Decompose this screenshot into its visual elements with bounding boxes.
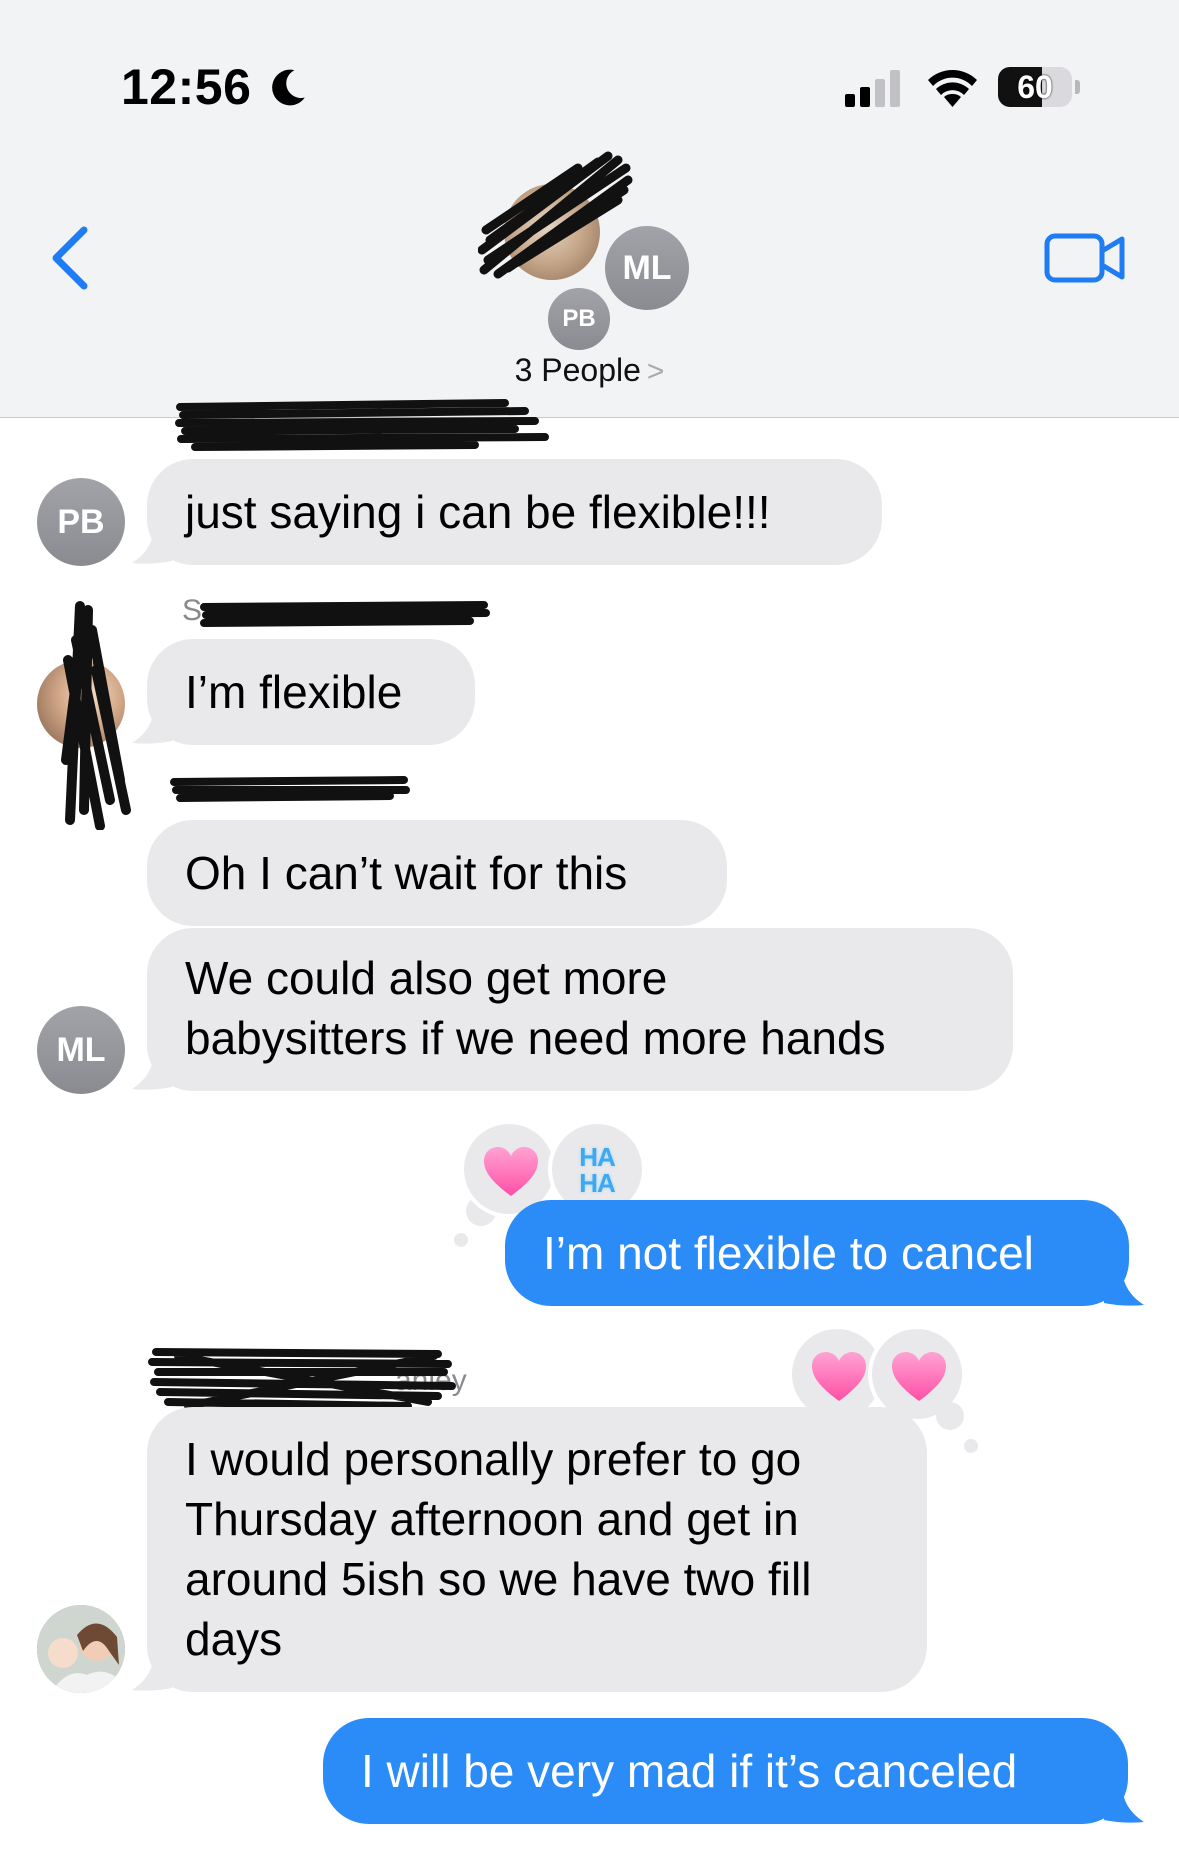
bubble-tail: [1104, 1784, 1144, 1823]
moon-icon: [272, 69, 305, 106]
message-text: just saying i can be flexible!!!: [185, 486, 771, 538]
battery-cap: [1075, 80, 1080, 94]
message-bubble[interactable]: We could also get more babysitters if we…: [147, 928, 1013, 1091]
tapback-dot: [964, 1439, 978, 1453]
message-bubble[interactable]: I would personally prefer to go Thursday…: [147, 1407, 927, 1692]
portrait-image: [37, 1605, 125, 1693]
heart-icon: [484, 1147, 538, 1196]
message-text: I’m flexible: [185, 666, 403, 718]
wifi-icon: [928, 69, 977, 107]
message-bubble[interactable]: I’m flexible: [147, 639, 475, 745]
member-avatar-pb[interactable]: PB: [545, 285, 613, 353]
bubble-tail: [132, 1652, 172, 1691]
battery-level: 60: [1017, 69, 1053, 105]
message-bubble[interactable]: Oh I can’t wait for this: [147, 820, 727, 926]
message-text: I will be very mad if it’s canceled: [361, 1745, 1018, 1797]
sender-avatar-photo[interactable]: [37, 1605, 125, 1693]
redaction-scribble: [175, 399, 549, 451]
message-text-line: I would personally prefer to go: [185, 1433, 802, 1485]
haha-icon: HA HA: [579, 1142, 616, 1198]
message-text-line: We could also get more: [185, 952, 668, 1004]
bubble-tail: [132, 705, 172, 744]
tapback-dot: [454, 1233, 468, 1247]
group-details-link[interactable]: 3 People >: [0, 352, 1179, 389]
tapback-dot: [936, 1402, 964, 1430]
message-bubble[interactable]: just saying i can be flexible!!!: [147, 459, 882, 565]
message-text-line: days: [185, 1613, 283, 1665]
cellular-signal-icon: [845, 70, 900, 107]
sender-avatar-ml[interactable]: ML: [37, 1006, 125, 1094]
message-bubble-outgoing[interactable]: I will be very mad if it’s canceled: [323, 1718, 1128, 1824]
video-call-icon[interactable]: [1044, 233, 1126, 283]
message-text: I’m not flexible to cancel: [543, 1227, 1034, 1279]
member-avatar-ml[interactable]: ML: [602, 223, 692, 313]
conversation-header: 12:56 60 ML PB 3 People >: [0, 0, 1179, 418]
message-text-line: babysitters if we need more hands: [185, 1012, 886, 1064]
message-text: Oh I can’t wait for this: [185, 847, 628, 899]
chevron-right-icon: >: [646, 355, 665, 388]
heart-icon: [812, 1352, 866, 1401]
sender-avatar-pb[interactable]: PB: [37, 478, 125, 566]
sender-name: S: [182, 594, 203, 627]
message-text-line: Thursday afternoon and get in: [185, 1493, 799, 1545]
message-bubble-outgoing[interactable]: I’m not flexible to cancel: [505, 1200, 1129, 1306]
redaction-scribble: [61, 601, 131, 830]
battery-icon: 60: [998, 67, 1072, 107]
status-time: 12:56: [121, 59, 252, 115]
back-chevron-icon[interactable]: [46, 224, 94, 292]
message-text-line: around 5ish so we have two fill: [185, 1553, 812, 1605]
bubble-tail: [1104, 1267, 1144, 1306]
redaction-scribble: [200, 601, 490, 627]
people-count-label: 3 People: [514, 352, 641, 388]
heart-icon: [892, 1352, 946, 1401]
bubble-tail: [132, 1051, 172, 1090]
redaction-scribble: [148, 1348, 456, 1410]
redaction-scribble: [170, 776, 410, 802]
